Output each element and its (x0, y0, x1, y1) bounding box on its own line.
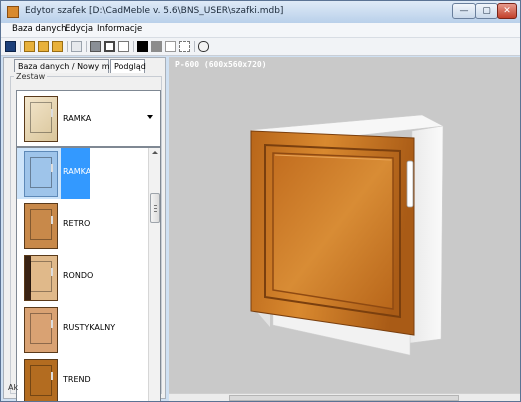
scrollbar-thumb[interactable] (229, 395, 459, 401)
outline-icon[interactable] (179, 41, 190, 52)
close-button[interactable]: ✕ (497, 3, 517, 19)
thumbnail-handle (51, 216, 53, 224)
grip-line (154, 205, 157, 206)
thumbnail-handle (51, 109, 53, 117)
dropdown-option-label: RAMKA (63, 167, 92, 176)
dropdown-option-trend[interactable]: TREND (17, 356, 147, 401)
window-title: Edytor szafek [D:\CadMeble v. 5.6\BNS_US… (25, 6, 284, 16)
menu-bar: Baza danych Edycja Informacje (1, 23, 520, 38)
trend-option-thumbnail (24, 359, 58, 401)
zestaw-dropdown-list: RAMKA RETRO RONDO RUSTYKALNY TREND (16, 147, 161, 401)
door-handle (406, 160, 414, 208)
duplicate-icon[interactable] (104, 41, 115, 52)
fill-white-icon[interactable] (165, 41, 176, 52)
export-icon[interactable] (52, 41, 63, 52)
menu-edycja[interactable]: Edycja (65, 24, 93, 34)
thumbnail-handle (51, 164, 53, 172)
retro-option-thumbnail (24, 203, 58, 249)
thumbnail-handle (51, 320, 53, 328)
thumbnail-handle (51, 372, 53, 380)
cabinet-3d-render (250, 114, 444, 356)
zestaw-combo[interactable]: RAMKA (16, 90, 161, 147)
link-icon[interactable] (198, 41, 209, 52)
minimize-button[interactable]: — (452, 3, 476, 19)
dropdown-option-label: RONDO (63, 271, 94, 280)
app-icon (7, 6, 19, 18)
chevron-down-icon[interactable] (147, 115, 153, 119)
ramka-option-thumbnail (24, 151, 58, 197)
copy-icon[interactable] (90, 41, 101, 52)
door-raised-panel (272, 152, 394, 310)
grip-line (154, 211, 157, 212)
dropdown-option-rustykalny[interactable]: RUSTYKALNY (17, 304, 147, 355)
dropdown-scrollbar[interactable] (148, 148, 160, 401)
toolbar-separator (194, 41, 195, 52)
browse-icon[interactable] (38, 41, 49, 52)
toolbar-separator (86, 41, 87, 52)
scrollbar-thumb[interactable] (150, 193, 160, 223)
dropdown-option-label: TREND (63, 375, 91, 384)
thumbnail-door-panel (30, 261, 52, 292)
thumbnail-door-panel (30, 313, 52, 344)
ramka-thumbnail (24, 96, 58, 142)
thumbnail-door-panel (30, 102, 52, 133)
maximize-button[interactable]: ▢ (475, 3, 498, 19)
dropdown-option-ramka[interactable]: RAMKA (17, 148, 147, 199)
tab-preview[interactable]: Podgląd (110, 59, 146, 73)
menu-informacje[interactable]: Informacje (97, 24, 142, 34)
rondo-option-thumbnail (24, 255, 58, 301)
toolbar-separator (133, 41, 134, 52)
fill-gray-icon[interactable] (151, 41, 162, 52)
toolbar (1, 38, 520, 56)
rustykalny-option-thumbnail (24, 307, 58, 353)
toolbar-separator (67, 41, 68, 52)
page-icon[interactable] (118, 41, 129, 52)
scroll-up-arrow-icon[interactable] (152, 151, 158, 154)
menu-baza-danych[interactable]: Baza danych (12, 24, 67, 34)
editor-window: Edytor szafek [D:\CadMeble v. 5.6\BNS_US… (0, 0, 521, 402)
save-icon[interactable] (5, 41, 16, 52)
dropdown-option-label: RETRO (63, 219, 91, 228)
3d-preview-viewport[interactable]: P-600 (600x560x720) (169, 57, 520, 401)
dropdown-option-retro[interactable]: RETRO (17, 200, 147, 251)
grip-line (154, 208, 157, 209)
undo-icon[interactable] (71, 41, 82, 52)
combo-selected-value: RAMKA (63, 114, 92, 123)
dropdown-option-rondo[interactable]: RONDO (17, 252, 147, 303)
tab-database[interactable]: Baza danych / Nowy model (14, 59, 127, 73)
viewport-horizontal-scrollbar[interactable] (169, 393, 520, 401)
title-bar[interactable]: Edytor szafek [D:\CadMeble v. 5.6\BNS_US… (1, 1, 520, 23)
fill-black-icon[interactable] (137, 41, 148, 52)
thumbnail-door-panel (30, 157, 52, 188)
zestaw-label: Zestaw (14, 72, 48, 81)
dropdown-option-label: RUSTYKALNY (63, 323, 116, 332)
toolbar-separator (20, 41, 21, 52)
thumbnail-handle (51, 268, 53, 276)
thumbnail-door-panel (30, 365, 52, 396)
thumbnail-door-panel (30, 209, 52, 240)
status-text-fragment: Ak (8, 383, 19, 392)
cabinet-right-side (409, 125, 444, 344)
open-folder-icon[interactable] (24, 41, 35, 52)
